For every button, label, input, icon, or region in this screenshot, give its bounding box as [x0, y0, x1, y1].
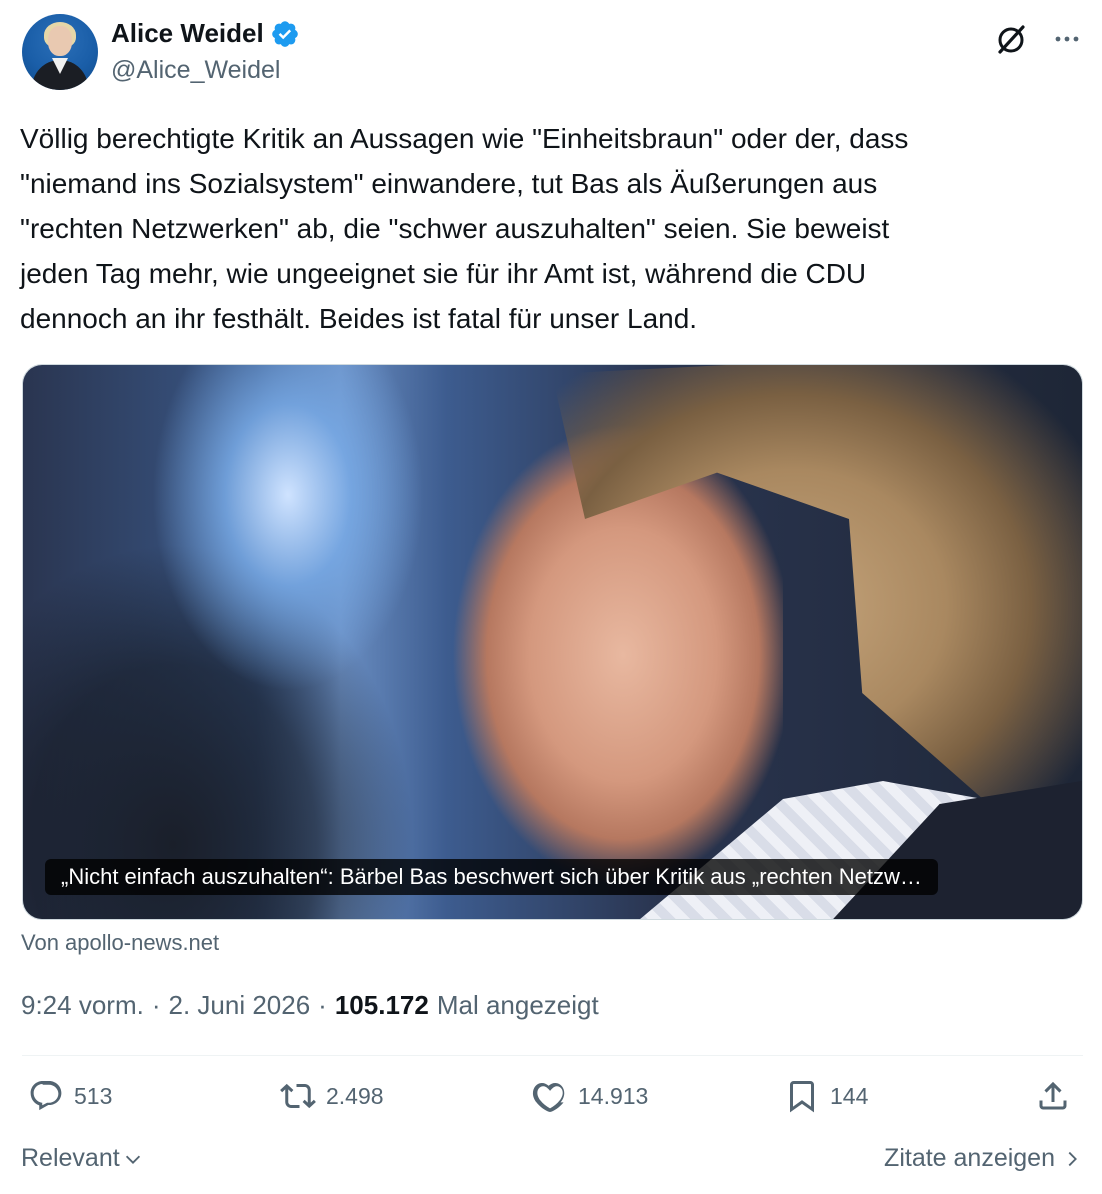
tweet-meta: 9:24 vorm. · 2. Juni 2026 · 105.172 Mal … [21, 990, 599, 1021]
author-handle[interactable]: @Alice_Weidel [111, 56, 280, 85]
chevron-down-icon [125, 1155, 140, 1164]
share-icon [1039, 1081, 1067, 1110]
meta-separator: · [151, 990, 161, 1020]
tweet-date[interactable]: 2. Juni 2026 [169, 990, 311, 1021]
bookmark-count: 144 [830, 1082, 869, 1109]
heart-icon [532, 1082, 565, 1113]
sort-label: Relevant [21, 1144, 120, 1172]
author-avatar[interactable] [22, 14, 98, 90]
bookmark-icon [790, 1081, 814, 1113]
view-count: 105.172 [334, 990, 429, 1020]
tweet-header: Alice Weidel @Alice_Weidel [22, 14, 1084, 94]
view-quotes-label: Zitate anzeigen [884, 1144, 1055, 1172]
link-preview-card[interactable]: „Nicht einfach auszuhalten“: Bärbel Bas … [22, 364, 1083, 920]
view-quotes-link[interactable]: Zitate anzeigen [884, 1144, 1083, 1173]
divider [22, 1055, 1083, 1056]
repost-count: 2.498 [326, 1082, 384, 1109]
bookmark-button[interactable]: 144 [784, 1078, 868, 1114]
reply-icon [30, 1081, 62, 1111]
action-bar: 513 2.498 14.913 144 [22, 1078, 1083, 1128]
reply-footer: Relevant Zitate anzeigen [21, 1144, 1083, 1180]
author-name-row: Alice Weidel [111, 18, 300, 49]
author-name[interactable]: Alice Weidel [111, 18, 264, 49]
sort-dropdown[interactable]: Relevant [21, 1144, 144, 1173]
meta-separator: · [318, 990, 327, 1020]
card-headline[interactable]: „Nicht einfach auszuhalten“: Bärbel Bas … [45, 859, 938, 895]
verified-badge-icon[interactable] [270, 19, 300, 49]
grok-icon[interactable] [994, 22, 1028, 56]
avatar-face [48, 26, 72, 56]
repost-button[interactable]: 2.498 [280, 1078, 384, 1114]
reply-count: 513 [74, 1082, 113, 1109]
like-button[interactable]: 14.913 [532, 1078, 648, 1114]
tweet-text: Völlig berechtigte Kritik an Aussagen wi… [20, 123, 909, 334]
like-count: 14.913 [578, 1082, 649, 1109]
card-source-link[interactable]: Von apollo-news.net [21, 930, 219, 956]
tweet-time[interactable]: 9:24 vorm. [21, 990, 144, 1021]
repost-icon [280, 1083, 316, 1109]
more-options-icon[interactable] [1050, 22, 1084, 56]
reply-button[interactable]: 513 [28, 1078, 112, 1114]
share-button[interactable] [1035, 1078, 1071, 1114]
chevron-right-icon [1068, 1151, 1077, 1166]
view-count-label: Mal angezeigt [436, 990, 599, 1020]
